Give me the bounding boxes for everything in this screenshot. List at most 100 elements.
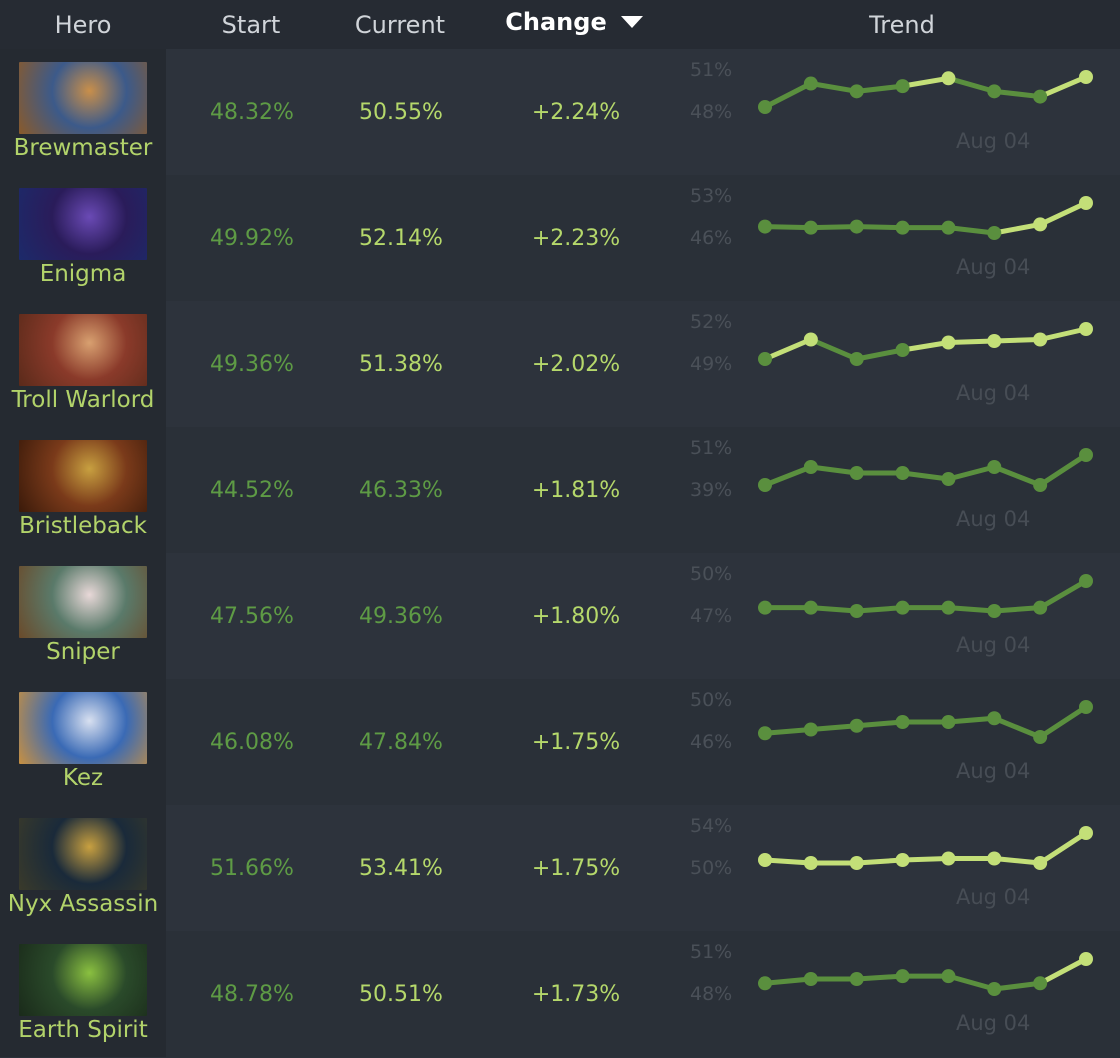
current-winrate: 51.38% — [359, 351, 443, 377]
trend-sparkline[interactable]: 50% 47% Aug 04 — [680, 553, 1120, 679]
current-winrate: 52.14% — [359, 225, 443, 251]
hero-name[interactable]: Enigma — [40, 261, 127, 287]
table-row[interactable]: Bristleback 44.52% 46.33% +1.81% 51% 39% Aug 0… — [0, 427, 1120, 553]
hero-cell[interactable]: Bristleback — [0, 427, 166, 553]
trend-sparkline[interactable]: 51% 48% Aug 04 — [680, 931, 1120, 1057]
hero-name[interactable]: Troll Warlord — [12, 387, 155, 413]
trend-point — [758, 100, 772, 114]
table-row[interactable]: Brewmaster 48.32% 50.55% +2.24% 51% 48% Aug 04 — [0, 49, 1120, 175]
hero-name[interactable]: Earth Spirit — [18, 1017, 147, 1043]
trend-segment — [1037, 704, 1089, 740]
column-header-change[interactable]: Change — [464, 8, 684, 36]
hero-cell[interactable]: Enigma — [0, 175, 166, 301]
trend-point — [849, 604, 864, 618]
sort-descending-icon — [620, 15, 643, 28]
trend-point — [758, 976, 772, 991]
winrate-change: +2.02% — [531, 351, 621, 377]
hero-portrait[interactable] — [19, 62, 147, 134]
start-winrate: 48.78% — [210, 981, 294, 1007]
column-header-hero[interactable]: Hero — [0, 11, 166, 39]
trend-sparkline[interactable]: 51% 48% Aug 04 — [680, 49, 1120, 175]
trend-point — [987, 334, 1002, 348]
trend-chart — [758, 322, 1093, 366]
hero-cell[interactable]: Brewmaster — [0, 49, 166, 175]
trend-sparkline[interactable]: 50% 46% Aug 04 — [680, 679, 1120, 805]
trend-sparkline[interactable]: 54% 50% Aug 04 — [680, 805, 1120, 931]
start-winrate: 47.56% — [210, 603, 294, 629]
start-winrate: 51.66% — [210, 855, 294, 881]
current-winrate: 47.84% — [359, 729, 443, 755]
trend-point — [849, 718, 864, 733]
hero-cell[interactable]: Nyx Assassin — [0, 805, 166, 931]
trend-point — [849, 84, 864, 99]
trend-point — [849, 466, 864, 480]
trend-point — [1033, 217, 1048, 232]
trend-segment — [1037, 326, 1089, 342]
trend-point — [895, 466, 910, 480]
hero-name[interactable]: Nyx Assassin — [8, 891, 158, 917]
trend-sparkline[interactable]: 51% 39% Aug 04 — [680, 427, 1120, 553]
trend-point — [1079, 574, 1093, 588]
hero-name[interactable]: Kez — [63, 765, 103, 791]
trend-point — [1079, 700, 1093, 714]
winrate-change: +2.23% — [531, 225, 621, 251]
trend-point — [1079, 70, 1093, 84]
start-winrate: 46.08% — [210, 729, 294, 755]
table-row[interactable]: Troll Warlord 49.36% 51.38% +2.02% 52% 49% Aug… — [0, 301, 1120, 427]
trend-chart — [758, 70, 1093, 114]
trend-point — [1033, 730, 1048, 744]
hero-portrait[interactable] — [19, 818, 147, 890]
table-row[interactable]: Kez 46.08% 47.84% +1.75% 50% 46% Aug 04 — [0, 679, 1120, 805]
table-row[interactable]: Enigma 49.92% 52.14% +2.23% 53% 46% Aug 04 — [0, 175, 1120, 301]
hero-cell[interactable]: Troll Warlord — [0, 301, 166, 427]
start-winrate: 48.32% — [210, 99, 294, 125]
trend-point — [1079, 322, 1093, 336]
hero-portrait[interactable] — [19, 692, 147, 764]
start-winrate: 44.52% — [210, 477, 294, 503]
trend-point — [758, 219, 772, 234]
hero-name[interactable]: Sniper — [46, 639, 120, 665]
hero-portrait[interactable] — [19, 314, 147, 386]
hero-name[interactable]: Bristleback — [19, 513, 147, 539]
current-winrate: 50.51% — [359, 981, 443, 1007]
table-row[interactable]: Earth Spirit 48.78% 50.51% +1.73% 51% 48% Aug … — [0, 931, 1120, 1057]
start-winrate: 49.36% — [210, 351, 294, 377]
trend-point — [803, 856, 818, 870]
trend-point — [803, 722, 818, 737]
hero-portrait[interactable] — [19, 188, 147, 260]
hero-cell[interactable]: Sniper — [0, 553, 166, 679]
trend-point — [987, 226, 1002, 240]
trend-segment — [1037, 830, 1089, 866]
trend-sparkline[interactable]: 52% 49% Aug 04 — [680, 301, 1120, 427]
trend-point — [758, 352, 772, 366]
trend-segment — [945, 75, 997, 94]
trend-segment — [1037, 578, 1089, 611]
trend-point — [987, 711, 1002, 726]
table-row[interactable]: Sniper 47.56% 49.36% +1.80% 50% 47% Aug 04 — [0, 553, 1120, 679]
trend-sparkline[interactable]: 53% 46% Aug 04 — [680, 175, 1120, 301]
hero-portrait[interactable] — [19, 566, 147, 638]
column-header-trend[interactable]: Trend — [684, 11, 1120, 39]
table-row[interactable]: Nyx Assassin 51.66% 53.41% +1.75% 54% 50% Aug … — [0, 805, 1120, 931]
trend-point — [895, 853, 910, 867]
trend-segment — [1037, 956, 1089, 986]
column-header-start[interactable]: Start — [166, 11, 336, 39]
winrate-change: +1.75% — [531, 729, 621, 755]
start-winrate: 49.92% — [210, 225, 294, 251]
trend-point — [941, 851, 956, 866]
trend-segment — [854, 347, 906, 362]
hero-portrait[interactable] — [19, 440, 147, 512]
trend-segment — [945, 464, 997, 482]
trend-chart — [758, 826, 1093, 870]
column-header-current[interactable]: Current — [336, 11, 464, 39]
trend-segment — [945, 973, 997, 992]
trend-point — [1079, 952, 1093, 966]
trend-point — [758, 853, 772, 867]
hero-portrait[interactable] — [19, 944, 147, 1016]
table-body: Brewmaster 48.32% 50.55% +2.24% 51% 48% Aug 04… — [0, 49, 1120, 1057]
trend-segment — [1037, 74, 1089, 100]
hero-cell[interactable]: Kez — [0, 679, 166, 805]
trend-point — [849, 219, 864, 234]
hero-name[interactable]: Brewmaster — [14, 135, 153, 161]
hero-cell[interactable]: Earth Spirit — [0, 931, 166, 1057]
